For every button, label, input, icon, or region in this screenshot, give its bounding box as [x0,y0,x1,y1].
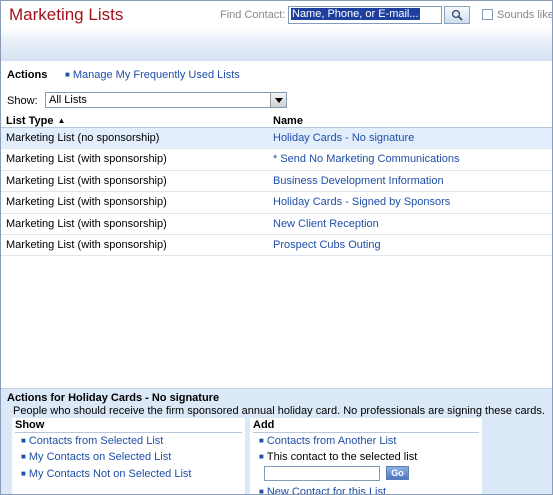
find-contact-input[interactable]: Name, Phone, or E-mail... [288,6,442,24]
show-actions-title: Show [15,419,45,431]
table-row[interactable]: Marketing List (with sponsorship) Holida… [1,192,552,214]
add-contact-to-list-text: ■ This contact to the selected list [259,451,417,463]
manage-lists-link[interactable]: ■ Manage My Frequently Used Lists [65,69,240,81]
table-row[interactable]: Marketing List (with sponsorship) Prospe… [1,235,552,257]
list-type-cell: Marketing List (no sponsorship) [6,132,160,144]
show-filter-select[interactable]: All Lists [45,92,287,108]
sounds-like-checkbox[interactable] [482,9,493,20]
list-type-cell: Marketing List (with sponsorship) [6,174,167,187]
table-row[interactable]: Marketing List (no sponsorship) Holiday … [1,128,552,150]
contacts-from-list-link[interactable]: ■ Contacts from Selected List [21,435,163,447]
bullet-icon: ■ [65,70,70,79]
table-header: List Type ▲ Name [1,114,552,128]
table-row[interactable]: Marketing List (with sponsorship) * Send… [1,149,552,171]
table-row[interactable]: Marketing List (with sponsorship) Busine… [1,171,552,193]
bullet-icon: ■ [21,436,26,445]
header-bar: Marketing Lists Find Contact: Name, Phon… [1,1,553,61]
table-row[interactable]: Marketing List (with sponsorship) New Cl… [1,214,552,235]
column-header-name[interactable]: Name [273,115,303,127]
column-header-list-type-label: List Type [6,115,54,127]
show-actions-box: Show ■ Contacts from Selected List ■ My Co… [12,418,245,494]
list-name-link[interactable]: Holiday Cards - No signature [273,132,414,144]
add-contact-to-list-label: This contact to the selected list [266,451,418,463]
contacts-from-another-list-link-text: Contacts from Another List [266,435,397,447]
show-filter-value: All Lists [49,94,87,106]
contacts-from-list-link-text: Contacts from Selected List [28,435,164,447]
contacts-from-another-list-link[interactable]: ■ Contacts from Another List [259,435,396,447]
list-actions-panel: Actions for Holiday Cards - No signature… [1,388,552,495]
bullet-icon: ■ [259,487,264,495]
list-name-link[interactable]: Holiday Cards - Signed by Sponsors [273,196,450,208]
find-contact-value: Name, Phone, or E-mail... [291,8,420,20]
list-description: People who should receive the firm spons… [13,405,545,417]
dropdown-arrow-icon[interactable] [270,93,286,107]
list-type-cell: Marketing List (with sponsorship) [6,238,167,251]
new-contact-link-text: New Contact for this List [266,486,387,495]
divider [253,432,479,433]
add-contact-input[interactable] [264,466,380,481]
find-contact-search-button[interactable] [444,6,470,24]
bullet-icon: ■ [21,469,26,478]
page-title: Marketing Lists [9,5,124,24]
go-button[interactable]: Go [386,466,409,480]
actions-label: Actions [7,69,48,81]
manage-lists-link-text: Manage My Frequently Used Lists [72,69,240,81]
my-contacts-on-list-link-text: My Contacts on Selected List [28,451,172,463]
list-actions-title: Actions for Holiday Cards - No signature [7,392,220,404]
bullet-icon: ■ [259,452,264,461]
list-type-cell: Marketing List (with sponsorship) [6,196,167,209]
bullet-icon: ■ [259,436,264,445]
search-icon [451,9,463,21]
list-name-link[interactable]: Business Development Information [273,175,444,187]
column-header-list-type[interactable]: List Type ▲ [6,115,65,127]
bullet-icon: ■ [21,452,26,461]
new-contact-link[interactable]: ■ New Contact for this List [259,486,387,495]
app-window: Marketing Lists Find Contact: Name, Phon… [0,0,553,495]
sort-ascending-icon: ▲ [57,116,66,125]
table-body: Marketing List (no sponsorship) Holiday … [1,128,552,257]
list-name-link[interactable]: * Send No Marketing Communications [273,153,459,165]
add-actions-box: Add ■ Contacts from Another List ■ This co… [250,418,482,495]
add-actions-title: Add [253,419,275,431]
divider [15,432,242,433]
list-type-cell: Marketing List (with sponsorship) [6,153,167,166]
list-type-cell: Marketing List (with sponsorship) [6,217,167,230]
my-contacts-not-on-list-link[interactable]: ■ My Contacts Not on Selected List [21,468,191,480]
list-name-link[interactable]: New Client Reception [273,218,379,230]
my-contacts-on-list-link[interactable]: ■ My Contacts on Selected List [21,451,171,463]
my-contacts-not-on-list-link-text: My Contacts Not on Selected List [28,468,192,480]
show-filter-label: Show: [7,95,38,107]
list-name-link[interactable]: Prospect Cubs Outing [273,239,381,251]
sounds-like-label: Sounds like [497,9,553,21]
find-contact-label: Find Contact: [220,9,286,21]
